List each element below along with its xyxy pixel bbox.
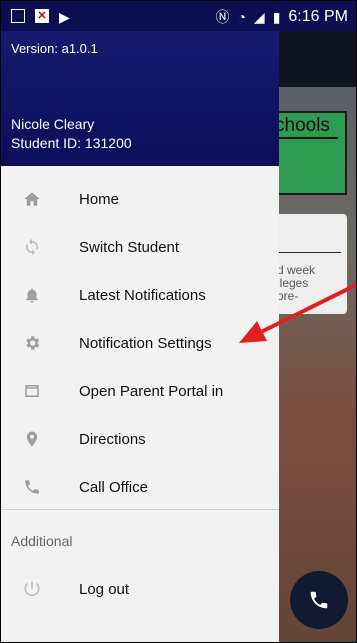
menu-item-label: Home — [79, 190, 120, 208]
menu-item-label: Open Parent Portal in — [79, 382, 224, 400]
gear-icon — [22, 333, 42, 353]
app-version: Version: a1.0.1 — [11, 41, 98, 56]
schools-card-title: chools — [275, 115, 338, 139]
menu-item-latest-notifications[interactable]: Latest Notifications — [1, 271, 279, 319]
menu-item-switch-student[interactable]: Switch Student — [1, 223, 279, 271]
phone-icon — [310, 591, 328, 609]
news-card-text: d week lleges ore- — [277, 263, 316, 303]
section-label-additional: Additional — [11, 533, 73, 549]
play-store-icon: ▶ — [59, 9, 70, 25]
swap-icon — [22, 237, 42, 257]
menu-item-directions[interactable]: Directions — [1, 415, 279, 463]
power-icon — [22, 579, 42, 599]
app-notification-icon: ✕ — [35, 9, 49, 23]
screenshot-icon — [11, 9, 25, 23]
menu-item-label: Call Office — [79, 478, 148, 496]
student-id: Student ID: 131200 — [11, 135, 132, 151]
phone-icon — [22, 477, 42, 497]
nfc-icon: Ⓝ — [215, 9, 230, 25]
menu-item-home[interactable]: Home — [1, 175, 279, 223]
drawer-divider — [1, 509, 279, 510]
bell-icon — [22, 285, 42, 305]
menu-item-label: Directions — [79, 430, 146, 448]
navigation-drawer: Version: a1.0.1 Nicole Cleary Student ID… — [1, 31, 279, 642]
menu-item-notification-settings[interactable]: Notification Settings — [1, 319, 279, 367]
news-card-divider — [279, 252, 341, 253]
map-pin-icon — [22, 429, 42, 449]
status-time: 6:16 PM — [288, 8, 348, 25]
battery-icon: ▮ — [272, 8, 281, 25]
wifi-icon: ◔ — [237, 9, 246, 25]
menu-item-open-parent-portal[interactable]: Open Parent Portal in — [1, 367, 279, 415]
schools-card[interactable]: chools — [271, 111, 347, 195]
news-card[interactable]: d week lleges ore- — [271, 214, 347, 314]
browser-window-icon — [22, 381, 42, 401]
menu-item-label: Switch Student — [79, 238, 180, 256]
menu-item-label: Latest Notifications — [79, 286, 206, 304]
signal-icon: ◢ — [253, 8, 265, 25]
call-fab-button[interactable] — [290, 571, 348, 629]
menu-item-log-out[interactable]: Log out — [1, 565, 279, 613]
user-name: Nicole Cleary — [11, 116, 95, 132]
home-icon — [22, 189, 42, 209]
menu-item-label: Notification Settings — [79, 334, 212, 352]
phone-screen: ✕ ▶ Ⓝ ◔ ◢ ▮ 6:16 PM chools d week lleges… — [0, 0, 357, 643]
status-bar: ✕ ▶ Ⓝ ◔ ◢ ▮ 6:16 PM — [1, 1, 356, 31]
drawer-header: Version: a1.0.1 Nicole Cleary Student ID… — [1, 31, 279, 166]
menu-item-label: Log out — [79, 580, 130, 598]
menu-item-call-office[interactable]: Call Office — [1, 463, 279, 511]
